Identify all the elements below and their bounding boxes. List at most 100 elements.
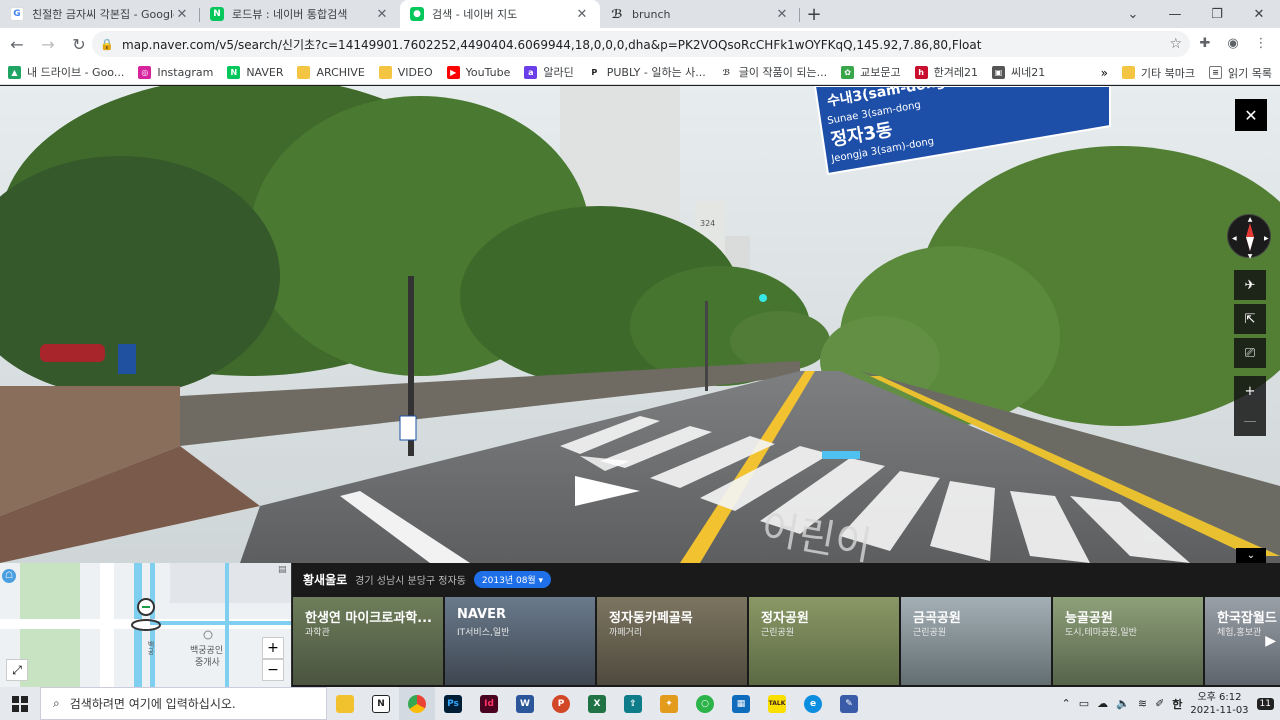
battery-icon[interactable]: ▭ [1079, 697, 1089, 710]
maximize-button[interactable]: ❐ [1196, 0, 1238, 28]
zoom-in-button[interactable]: + [1234, 376, 1266, 406]
place-card[interactable]: 정자동카페골목 까페거리 [597, 597, 747, 685]
tab-title: 친절한 금자씨 각본집 - Google [32, 8, 174, 21]
taskbar-app-explorer[interactable] [327, 687, 363, 720]
share-button[interactable]: ⇱ [1234, 304, 1266, 334]
date-selector[interactable]: 2013년 08월 ▾ [473, 571, 552, 588]
bookmark-hani[interactable]: h 한겨레21 [914, 64, 978, 80]
taskbar-app-powerpoint[interactable]: P [543, 687, 579, 720]
taskbar-search[interactable]: ⌕ 검색하려면 여기에 입력하십시오. [40, 687, 327, 720]
close-window-button[interactable]: ✕ [1238, 0, 1280, 28]
close-icon[interactable]: ✕ [174, 7, 190, 22]
bookmark-star-icon[interactable]: ☆ [1169, 36, 1182, 52]
place-card[interactable]: 정자공원 근린공원 [749, 597, 899, 685]
tab-naver-map[interactable]: ● 검색 - 네이버 지도 ✕ [400, 0, 600, 28]
url-text[interactable]: map.naver.com/v5/search/신기초?c=14149901.7… [122, 36, 1162, 53]
minimap[interactable]: 백궁공인 중개사 백궁 ☖ ▤ + − ⤢ [0, 563, 292, 687]
chevron-up-icon[interactable]: ⌃ [1062, 697, 1071, 710]
place-category: 근린공원 [761, 628, 795, 638]
toolbar-icons: ✚ ◉ ⋮ [1194, 32, 1272, 54]
reading-list[interactable]: ≡ 읽기 목록 [1209, 65, 1272, 81]
taskbar-app-photoshop[interactable]: Ps [435, 687, 471, 720]
volume-icon[interactable]: 🔈 [1116, 697, 1130, 710]
bookmark-aladin[interactable]: a 알라딘 [524, 64, 574, 80]
taskbar-app-notion[interactable]: N [363, 687, 399, 720]
start-button[interactable] [0, 687, 40, 720]
bookmark-other[interactable]: 기타 북마크 [1121, 65, 1195, 81]
next-places-button[interactable]: ▶ [1265, 633, 1276, 649]
compass-icon: ▲ ▼ ◀ ▶ [1232, 216, 1269, 259]
taskbar-app-chrome[interactable] [399, 687, 435, 720]
minimize-button[interactable]: — [1154, 0, 1196, 28]
bookmark-label: Instagram [157, 65, 214, 79]
close-street-view-button[interactable]: ✕ [1235, 99, 1267, 131]
bookmark-brunch[interactable]: ℬ 글이 작품이 되는... [719, 64, 827, 80]
pen-icon[interactable]: ✐ [1155, 697, 1164, 710]
minimap-zoom-in[interactable]: + [262, 637, 284, 659]
bookmark-youtube[interactable]: ▶ YouTube [446, 65, 510, 79]
taskbar-app-word[interactable]: W [507, 687, 543, 720]
compass-control[interactable]: ▲ ▼ ◀ ▶ [1227, 214, 1271, 259]
bookmarks-more-button[interactable]: » [1101, 66, 1108, 80]
profile-menu-icon[interactable]: ⌄ [1112, 0, 1154, 28]
bookmark-video[interactable]: VIDEO [378, 65, 433, 79]
folder-icon [1121, 66, 1135, 79]
bookmark-label: 한겨레21 [933, 66, 978, 79]
taskbar-app-green[interactable]: ○ [687, 687, 723, 720]
menu-icon[interactable]: ⋮ [1250, 32, 1272, 54]
place-card[interactable]: 능골공원 도시,테마공원,일반 [1053, 597, 1203, 685]
cloud-icon[interactable]: ☁ [1097, 697, 1108, 710]
street-view[interactable]: 324 어린이 수내3(sam-dong Sunae 3(sam-dong 정자… [0, 86, 1280, 563]
back-button[interactable]: ← [3, 30, 31, 58]
new-tab-button[interactable]: + [800, 0, 828, 28]
taskbar-app-indesign[interactable]: Id [471, 687, 507, 720]
bookmark-kyobo[interactable]: ✿ 교보문고 [841, 64, 901, 80]
tab-brunch[interactable]: ℬ brunch ✕ [600, 0, 800, 28]
forward-button[interactable]: → [34, 30, 62, 58]
taskbar-app-notepad[interactable]: ✎ [831, 687, 867, 720]
bookmark-archive[interactable]: ARCHIVE [297, 65, 365, 79]
bookmark-instagram[interactable]: ◎ Instagram [138, 65, 214, 79]
place-card[interactable]: 한생연 마이크로과학... 과학관 [293, 597, 443, 685]
layers-icon[interactable]: ▤ [278, 565, 287, 575]
bookmark-publy[interactable]: P PUBLY - 일하는 사... [587, 64, 706, 80]
taskbar-app-game[interactable]: ✦ [651, 687, 687, 720]
expand-icon[interactable]: ⤢ [6, 659, 28, 681]
position-marker [822, 451, 860, 459]
collapse-panel-button[interactable]: ⌄ [1236, 548, 1266, 563]
green-app-icon: ○ [696, 694, 714, 713]
taskbar-app-calendar[interactable]: ▦ [723, 687, 759, 720]
street-icon[interactable]: ☖ [2, 569, 16, 583]
place-card[interactable]: 금곡공원 근린공원 [901, 597, 1051, 685]
wifi-icon[interactable]: ≋ [1138, 697, 1147, 710]
taskbar-app-upload[interactable]: ⇪ [615, 687, 651, 720]
minimap-zoom-out[interactable]: − [262, 659, 284, 681]
bookmark-label: 교보문고 [860, 66, 901, 79]
clock[interactable]: 오후 6:12 2021-11-03 [1190, 691, 1248, 717]
powerpoint-icon: P [552, 694, 570, 713]
location-info: 황새울로 경기 성남시 분당구 정자동 2013년 08월 ▾ [303, 571, 552, 588]
place-card[interactable]: NAVER IT서비스,일반 [445, 597, 595, 685]
ime-indicator[interactable]: 한 [1172, 696, 1182, 712]
bookmark-naver[interactable]: N NAVER [227, 65, 283, 79]
address-bar[interactable]: 🔒 map.naver.com/v5/search/신기초?c=14149901… [92, 31, 1190, 57]
airplane-view-button[interactable]: ✈ [1234, 270, 1266, 300]
close-icon[interactable]: ✕ [374, 7, 390, 22]
tab-google-search[interactable]: G 친절한 금자씨 각본집 - Google ✕ [0, 0, 200, 28]
taskbar-app-excel[interactable]: X [579, 687, 615, 720]
profile-avatar[interactable]: ◉ [1222, 32, 1244, 54]
minus-icon: — [1243, 413, 1257, 429]
reload-button[interactable]: ↻ [65, 30, 93, 58]
extensions-icon[interactable]: ✚ [1194, 32, 1216, 54]
bookmark-cine21[interactable]: ▣ 씨네21 [991, 64, 1045, 80]
taskbar-app-kakaotalk[interactable]: TALK [759, 687, 795, 720]
taskbar-app-edge[interactable]: e [795, 687, 831, 720]
report-button[interactable]: ⎚ [1234, 338, 1266, 368]
close-icon[interactable]: ✕ [574, 7, 590, 22]
notification-badge[interactable]: 11 [1256, 697, 1274, 710]
close-icon[interactable]: ✕ [774, 7, 790, 22]
tab-naver-search[interactable]: N 로드뷰 : 네이버 통합검색 ✕ [200, 0, 400, 28]
svg-text:▶: ▶ [1264, 235, 1269, 242]
bookmark-drive[interactable]: ▲ 내 드라이브 - Goo... [8, 64, 124, 80]
zoom-out-button[interactable]: — [1234, 406, 1266, 436]
